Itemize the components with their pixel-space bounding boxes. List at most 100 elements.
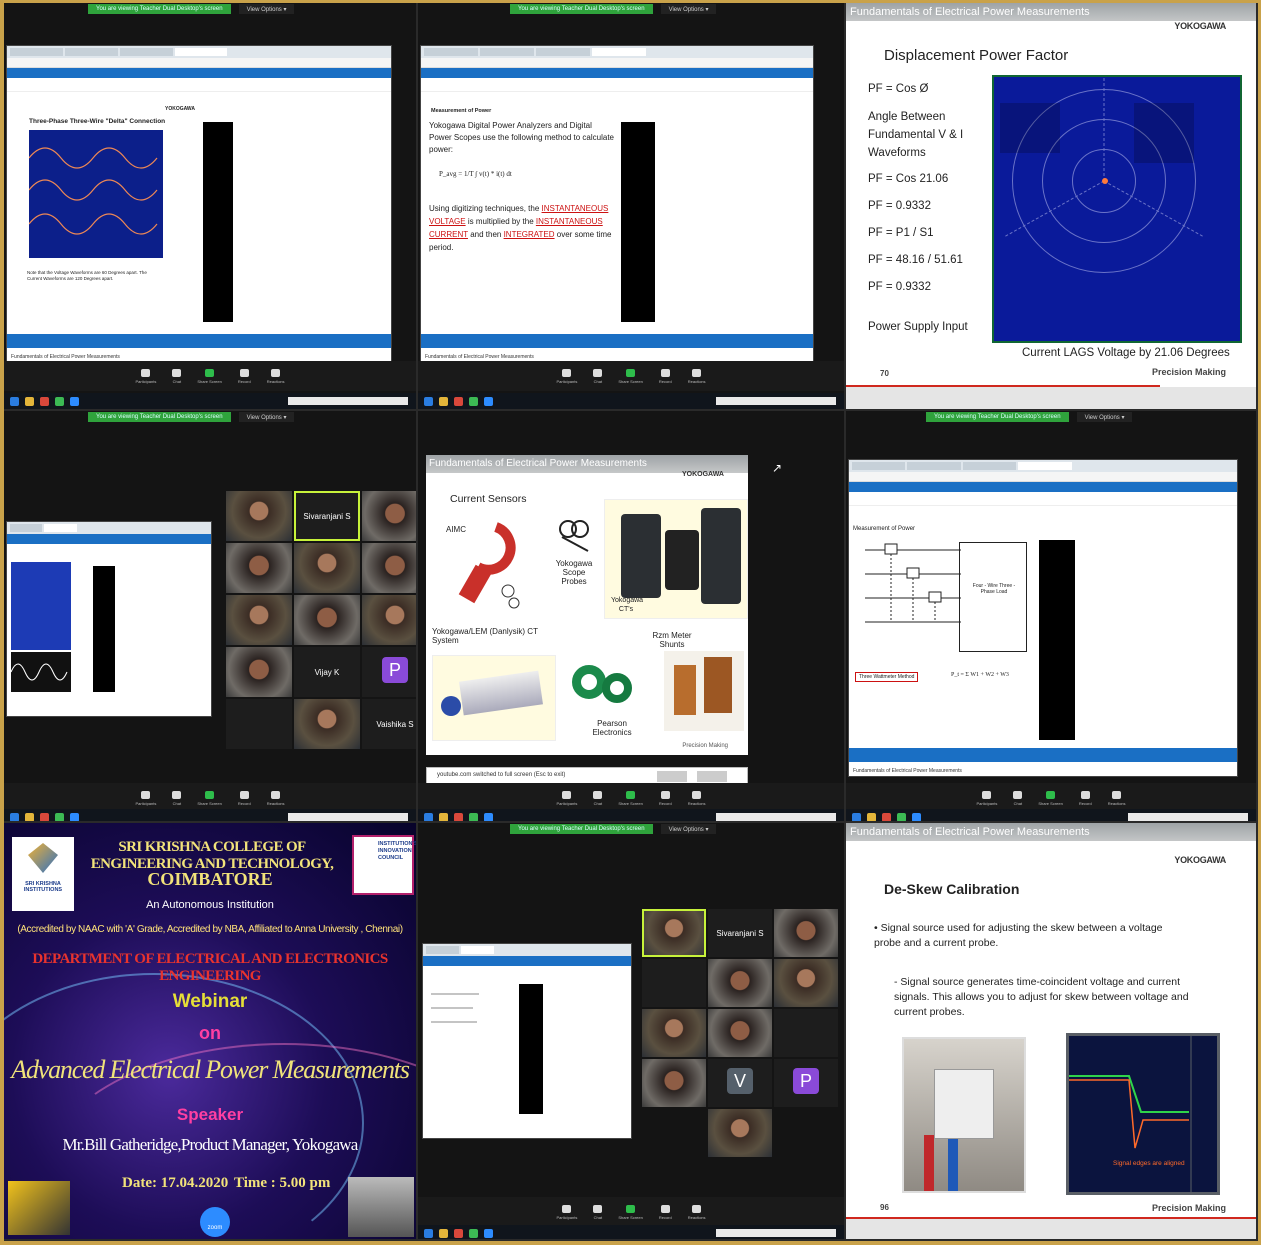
- participants-button[interactable]: Participants: [556, 1204, 577, 1220]
- reactions-button[interactable]: Reactions: [688, 368, 706, 384]
- exit-button[interactable]: [697, 771, 727, 782]
- zoom-icon[interactable]: [484, 396, 493, 406]
- participant-tile[interactable]: [226, 543, 292, 593]
- chat-button[interactable]: Chat: [172, 368, 182, 384]
- windows-start-icon[interactable]: [424, 1228, 433, 1238]
- participant-tile[interactable]: [774, 909, 838, 957]
- participant-tile[interactable]: [774, 959, 838, 1007]
- chrome-icon[interactable]: [469, 812, 478, 821]
- taskbar-search[interactable]: [716, 813, 836, 821]
- windows-start-icon[interactable]: [10, 396, 19, 406]
- participant-tile[interactable]: [362, 543, 416, 593]
- participant-tile[interactable]: Vaishika S: [362, 699, 416, 749]
- chat-button[interactable]: Chat: [172, 790, 182, 806]
- app-icon[interactable]: [454, 1228, 463, 1238]
- taskbar-search[interactable]: [288, 813, 408, 821]
- participants-button[interactable]: Participants: [556, 368, 577, 384]
- address-bar[interactable]: [7, 58, 391, 68]
- participant-tile[interactable]: Sivaranjani S: [294, 491, 360, 541]
- participant-tile[interactable]: [294, 595, 360, 645]
- share-screen-button[interactable]: Share Screen: [197, 368, 222, 384]
- view-options-button[interactable]: View Options ▾: [660, 4, 717, 14]
- folder-icon[interactable]: [25, 812, 34, 821]
- share-screen-button[interactable]: Share Screen: [618, 368, 643, 384]
- chrome-icon[interactable]: [55, 396, 64, 406]
- reactions-button[interactable]: Reactions: [267, 368, 285, 384]
- participant-tile[interactable]: [708, 1009, 772, 1057]
- chrome-icon[interactable]: [469, 1228, 478, 1238]
- reactions-button[interactable]: Reactions: [688, 790, 706, 806]
- windows-start-icon[interactable]: [424, 396, 433, 406]
- share-screen-button[interactable]: Share Screen: [1038, 790, 1063, 806]
- participant-tile[interactable]: [226, 647, 292, 697]
- record-button[interactable]: Record: [238, 368, 251, 384]
- taskbar-search[interactable]: [716, 397, 836, 405]
- view-options-button[interactable]: View Options ▾: [238, 412, 295, 422]
- chrome-icon[interactable]: [469, 396, 478, 406]
- participant-tile[interactable]: [294, 543, 360, 593]
- reactions-button[interactable]: Reactions: [1108, 790, 1126, 806]
- browser-tabs[interactable]: [7, 522, 211, 534]
- participant-tile[interactable]: [708, 959, 772, 1007]
- participant-tile[interactable]: [642, 959, 706, 1007]
- search-bar[interactable]: [7, 78, 391, 92]
- zoom-icon[interactable]: [70, 396, 79, 406]
- participant-tile[interactable]: [774, 1009, 838, 1057]
- record-button[interactable]: Record: [1079, 790, 1092, 806]
- participants-button[interactable]: Participants: [135, 790, 156, 806]
- participant-tile[interactable]: Vijay K: [294, 647, 360, 697]
- app-icon[interactable]: [40, 812, 49, 821]
- taskbar-search[interactable]: [716, 1229, 836, 1237]
- browser-tabs[interactable]: [7, 46, 391, 58]
- search-bar[interactable]: [421, 78, 813, 92]
- chat-button[interactable]: Chat: [593, 790, 603, 806]
- share-screen-button[interactable]: Share Screen: [197, 790, 222, 806]
- participant-tile[interactable]: [226, 699, 292, 749]
- participant-tile[interactable]: Sivaranjani S: [708, 909, 772, 957]
- participant-tile[interactable]: [226, 595, 292, 645]
- participant-tile[interactable]: [294, 699, 360, 749]
- address-bar[interactable]: [849, 472, 1237, 482]
- participant-tile[interactable]: [642, 909, 706, 957]
- folder-icon[interactable]: [867, 812, 876, 821]
- zoom-icon[interactable]: [70, 812, 79, 821]
- folder-icon[interactable]: [439, 1228, 448, 1238]
- app-icon[interactable]: [40, 396, 49, 406]
- share-screen-button[interactable]: Share Screen: [618, 790, 643, 806]
- taskbar-search[interactable]: [1128, 813, 1248, 821]
- windows-start-icon[interactable]: [424, 812, 433, 821]
- browser-tabs[interactable]: [421, 46, 813, 58]
- chat-button[interactable]: Chat: [593, 1204, 603, 1220]
- participants-button[interactable]: Participants: [976, 790, 997, 806]
- app-icon[interactable]: [454, 396, 463, 406]
- participant-tile[interactable]: [642, 1059, 706, 1107]
- view-options-button[interactable]: View Options ▾: [238, 4, 295, 14]
- view-options-button[interactable]: View Options ▾: [660, 824, 717, 834]
- taskbar-search[interactable]: [288, 397, 408, 405]
- zoom-icon[interactable]: [484, 812, 493, 821]
- record-button[interactable]: Record: [238, 790, 251, 806]
- reactions-button[interactable]: Reactions: [688, 1204, 706, 1220]
- participant-tile[interactable]: P: [774, 1059, 838, 1107]
- participant-tile[interactable]: [708, 1109, 772, 1157]
- record-button[interactable]: Record: [659, 368, 672, 384]
- participants-button[interactable]: Participants: [556, 790, 577, 806]
- browser-tabs[interactable]: [423, 944, 631, 956]
- search-bar[interactable]: [849, 492, 1237, 506]
- participant-tile[interactable]: [226, 491, 292, 541]
- participant-tile[interactable]: V: [708, 1059, 772, 1107]
- reactions-button[interactable]: Reactions: [267, 790, 285, 806]
- address-bar[interactable]: [421, 58, 813, 68]
- folder-icon[interactable]: [439, 812, 448, 821]
- zoom-icon[interactable]: [484, 1228, 493, 1238]
- folder-icon[interactable]: [439, 396, 448, 406]
- zoom-icon[interactable]: [912, 812, 921, 821]
- app-icon[interactable]: [454, 812, 463, 821]
- participant-tile[interactable]: [642, 1009, 706, 1057]
- allow-button[interactable]: [657, 771, 687, 782]
- share-icon[interactable]: ↗: [772, 461, 782, 475]
- browser-tabs[interactable]: [849, 460, 1237, 472]
- chrome-icon[interactable]: [897, 812, 906, 821]
- participant-tile[interactable]: P: [362, 647, 416, 697]
- chrome-icon[interactable]: [55, 812, 64, 821]
